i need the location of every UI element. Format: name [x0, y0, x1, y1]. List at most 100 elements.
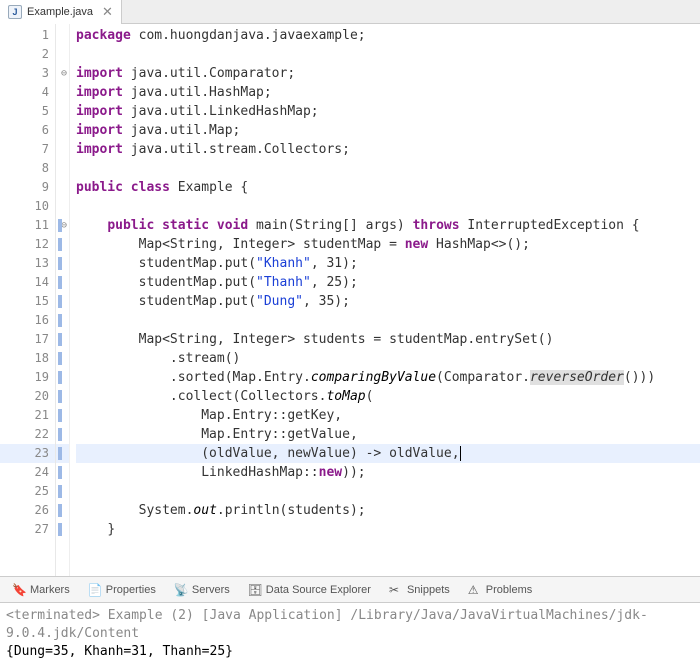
line-number: 27 [0, 520, 55, 539]
text-cursor [460, 446, 461, 461]
code-line[interactable]: LinkedHashMap::new)); [76, 463, 700, 482]
code-line[interactable]: studentMap.put("Khanh", 31); [76, 254, 700, 273]
line-number: 9 [0, 178, 55, 197]
view-tab-data-source-explorer[interactable]: 🗄Data Source Explorer [240, 579, 379, 601]
code-line[interactable]: public class Example { [76, 178, 700, 197]
code-line[interactable]: studentMap.put("Dung", 35); [76, 292, 700, 311]
code-line[interactable] [76, 159, 700, 178]
change-marker [56, 197, 69, 216]
line-number: 3 [0, 64, 55, 83]
line-number: 24 [0, 463, 55, 482]
change-marker [56, 64, 69, 83]
code-line[interactable]: import java.util.Map; [76, 121, 700, 140]
line-number: 21 [0, 406, 55, 425]
code-line[interactable] [76, 311, 700, 330]
view-tab-label: Servers [192, 584, 230, 596]
view-tab-problems[interactable]: ⚠Problems [460, 579, 540, 601]
code-editor[interactable]: 1234567891011121314151617181920212223242… [0, 24, 700, 576]
view-tab-label: Snippets [407, 584, 450, 596]
change-marker [56, 292, 69, 311]
line-number: 18 [0, 349, 55, 368]
java-file-icon: J [8, 5, 22, 19]
servers-icon: 📡 [174, 583, 188, 597]
code-line[interactable] [76, 482, 700, 501]
change-marker [56, 45, 69, 64]
code-line[interactable]: import java.util.stream.Collectors; [76, 140, 700, 159]
code-line[interactable]: import java.util.Comparator; [76, 64, 700, 83]
change-marker-bar [56, 24, 70, 576]
change-marker [56, 368, 69, 387]
code-line[interactable]: Map.Entry::getKey, [76, 406, 700, 425]
view-tab-properties[interactable]: 📄Properties [80, 579, 164, 601]
code-line[interactable]: studentMap.put("Thanh", 25); [76, 273, 700, 292]
change-marker [56, 463, 69, 482]
view-tab-servers[interactable]: 📡 Servers [166, 579, 238, 601]
change-marker [56, 102, 69, 121]
bottom-view-tabs: 🔖 Markers 📄Properties 📡 Servers 🗄Data Source … [0, 576, 700, 602]
line-number: 12 [0, 235, 55, 254]
line-number: 11 [0, 216, 55, 235]
code-line[interactable]: public static void main(String[] args) t… [76, 216, 700, 235]
code-line[interactable]: System.out.println(students); [76, 501, 700, 520]
line-number: 25 [0, 482, 55, 501]
line-number: 23 [0, 444, 55, 463]
change-marker [56, 349, 69, 368]
code-line[interactable]: package com.huongdanjava.javaexample; [76, 26, 700, 45]
properties-icon: 📄 [88, 583, 102, 597]
line-number: 1 [0, 26, 55, 45]
line-number: 19 [0, 368, 55, 387]
console-status: <terminated> Example (2) [Java Applicati… [6, 607, 694, 643]
line-number: 13 [0, 254, 55, 273]
code-line[interactable]: Map<String, Integer> studentMap = new Ha… [76, 235, 700, 254]
line-number: 16 [0, 311, 55, 330]
line-number: 10 [0, 197, 55, 216]
code-line[interactable]: .collect(Collectors.toMap( [76, 387, 700, 406]
code-line[interactable]: Map.Entry::getValue, [76, 425, 700, 444]
console-panel: <terminated> Example (2) [Java Applicati… [0, 602, 700, 665]
change-marker [56, 425, 69, 444]
change-marker [56, 235, 69, 254]
snippets-icon: ✂ [389, 583, 403, 597]
change-marker [56, 83, 69, 102]
code-line[interactable] [76, 197, 700, 216]
change-marker [56, 311, 69, 330]
line-number: 7 [0, 140, 55, 159]
line-number-gutter: 1234567891011121314151617181920212223242… [0, 24, 56, 576]
code-line[interactable]: .stream() [76, 349, 700, 368]
view-tab-snippets[interactable]: ✂ Snippets [381, 579, 458, 601]
code-line[interactable]: } [76, 520, 700, 539]
code-line[interactable] [76, 45, 700, 64]
line-number: 26 [0, 501, 55, 520]
code-line[interactable]: Map<String, Integer> students = studentM… [76, 330, 700, 349]
code-line[interactable]: import java.util.HashMap; [76, 83, 700, 102]
code-line[interactable]: (oldValue, newValue) -> oldValue, [76, 444, 700, 463]
change-marker [56, 387, 69, 406]
line-number: 22 [0, 425, 55, 444]
change-marker [56, 26, 69, 45]
view-tab-label: Data Source Explorer [266, 584, 371, 596]
problems-icon: ⚠ [468, 583, 482, 597]
change-marker [56, 520, 69, 539]
view-tab-label: Markers [30, 584, 70, 596]
change-marker [56, 482, 69, 501]
view-tab-markers[interactable]: 🔖 Markers [4, 579, 78, 601]
code-line[interactable]: import java.util.LinkedHashMap; [76, 102, 700, 121]
line-number: 5 [0, 102, 55, 121]
line-number: 17 [0, 330, 55, 349]
editor-tab[interactable]: J Example.java ✕ [0, 0, 122, 24]
tab-filename: Example.java [27, 6, 93, 18]
line-number: 4 [0, 83, 55, 102]
change-marker [56, 216, 69, 235]
line-number: 6 [0, 121, 55, 140]
change-marker [56, 273, 69, 292]
change-marker [56, 121, 69, 140]
change-marker [56, 140, 69, 159]
code-line[interactable]: .sorted(Map.Entry.comparingByValue(Compa… [76, 368, 700, 387]
line-number: 15 [0, 292, 55, 311]
close-icon[interactable]: ✕ [102, 4, 113, 20]
line-number: 14 [0, 273, 55, 292]
change-marker [56, 501, 69, 520]
code-area[interactable]: package com.huongdanjava.javaexample; imp… [70, 24, 700, 576]
change-marker [56, 254, 69, 273]
markers-icon: 🔖 [12, 583, 26, 597]
